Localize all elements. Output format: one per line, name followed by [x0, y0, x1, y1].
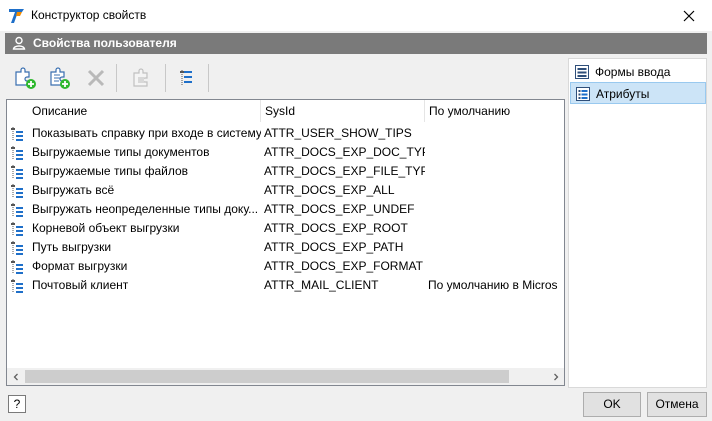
user-icon [12, 36, 26, 50]
table-row[interactable]: Выгружать неопределенные типы доку... AT… [7, 200, 564, 219]
cell-sysid: ATTR_DOCS_EXP_FILE_TYPE [264, 164, 425, 178]
cell-description: Почтовый клиент [32, 278, 129, 292]
sidebar-item-input-forms[interactable]: Формы ввода [570, 61, 706, 83]
attribute-icon [11, 165, 23, 179]
column-header-sysid[interactable]: SysId [261, 100, 425, 122]
table-row[interactable]: Корневой объект выгрузки ATTR_DOCS_EXP_R… [7, 219, 564, 238]
table-row[interactable]: Выгружаемые типы документов ATTR_DOCS_EX… [7, 143, 564, 162]
scroll-thumb[interactable] [25, 370, 509, 383]
cell-description: Корневой объект выгрузки [32, 221, 180, 235]
table-row[interactable]: Путь выгрузки ATTR_DOCS_EXP_PATH [7, 238, 564, 257]
attribute-icon [11, 203, 23, 217]
puzzle-add-icon [15, 67, 36, 89]
toolbar-separator [116, 64, 117, 92]
attribute-icon [11, 260, 23, 274]
app-logo-icon [8, 7, 25, 24]
edit-button[interactable] [127, 64, 155, 92]
cell-default: По умолчанию в Micros [428, 278, 558, 292]
sidebar-item-attributes[interactable]: Атрибуты [570, 82, 706, 104]
toolbar [5, 58, 565, 96]
cell-sysid: ATTR_DOCS_EXP_UNDEF [264, 202, 415, 216]
scroll-right-button[interactable] [547, 368, 564, 385]
toolbar-separator [208, 64, 209, 92]
cell-sysid: ATTR_DOCS_EXP_ALL [264, 183, 395, 197]
cancel-button[interactable]: Отмена [647, 392, 707, 417]
cell-description: Выгружаемые типы документов [32, 145, 210, 159]
ok-button[interactable]: OK [583, 392, 641, 417]
cell-description: Выгружать всё [32, 183, 115, 197]
table-row[interactable]: Выгружать всё ATTR_DOCS_EXP_ALL [7, 181, 564, 200]
scroll-left-button[interactable] [7, 368, 24, 385]
help-button[interactable]: ? [8, 395, 26, 413]
cell-description: Путь выгрузки [32, 240, 112, 254]
chevron-right-icon [553, 373, 558, 380]
attribute-icon [11, 279, 23, 293]
toolbar-separator [165, 64, 166, 92]
form-icon [575, 65, 589, 79]
cell-sysid: ATTR_DOCS_EXP_PATH [264, 240, 404, 254]
cell-sysid: ATTR_DOCS_EXP_FORMAT [264, 259, 423, 273]
title-bar: Конструктор свойств [0, 0, 712, 31]
cell-description: Формат выгрузки [32, 259, 128, 273]
cell-sysid: ATTR_DOCS_EXP_DOC_TYPE [264, 145, 425, 159]
delete-icon [87, 69, 105, 87]
close-button[interactable] [666, 0, 712, 31]
puzzle-list-add-icon [50, 67, 70, 89]
close-icon [683, 10, 695, 21]
tree-list-icon [180, 70, 192, 86]
attributes-icon [576, 87, 590, 101]
attributes-list[interactable]: Описание SysId По умолчанию Показывать с… [6, 99, 565, 386]
cell-description: Выгружаемые типы файлов [32, 164, 189, 178]
chevron-left-icon [13, 373, 18, 380]
sections-sidebar: Формы ввода Атрибуты [568, 58, 707, 388]
attributes-pane: Описание SysId По умолчанию Показывать с… [5, 58, 565, 388]
attribute-icon [11, 127, 23, 141]
delete-button[interactable] [82, 64, 110, 92]
attribute-icon [11, 184, 23, 198]
attribute-icon [11, 222, 23, 236]
cell-sysid: ATTR_MAIL_CLIENT [264, 278, 379, 292]
section-header: Свойства пользователя [5, 33, 707, 54]
add-attribute-button[interactable] [11, 64, 39, 92]
table-row[interactable]: Выгружаемые типы файлов ATTR_DOCS_EXP_FI… [7, 162, 564, 181]
list-header: Описание SysId По умолчанию [7, 100, 564, 122]
tree-view-button[interactable] [173, 64, 201, 92]
table-row[interactable]: Формат выгрузки ATTR_DOCS_EXP_FORMAT [7, 257, 564, 276]
sidebar-item-label: Формы ввода [595, 65, 671, 79]
table-row[interactable]: Показывать справку при входе в систему A… [7, 124, 564, 143]
horizontal-scrollbar[interactable] [7, 368, 564, 385]
puzzle-edit-icon [133, 68, 148, 87]
cell-description: Показывать справку при входе в систему [32, 126, 261, 140]
table-row[interactable]: Почтовый клиент ATTR_MAIL_CLIENT По умол… [7, 276, 564, 295]
window-title: Конструктор свойств [31, 8, 147, 22]
attribute-icon [11, 146, 23, 160]
attribute-icon [11, 241, 23, 255]
section-title: Свойства пользователя [33, 36, 177, 50]
column-header-default[interactable]: По умолчанию [425, 100, 564, 122]
cell-description: Выгружать неопределенные типы доку... [32, 202, 259, 216]
cell-sysid: ATTR_DOCS_EXP_ROOT [264, 221, 408, 235]
column-header-description[interactable]: Описание [28, 100, 261, 122]
cell-sysid: ATTR_USER_SHOW_TIPS [264, 126, 412, 140]
sidebar-item-label: Атрибуты [596, 87, 650, 101]
add-attribute-list-button[interactable] [45, 64, 73, 92]
